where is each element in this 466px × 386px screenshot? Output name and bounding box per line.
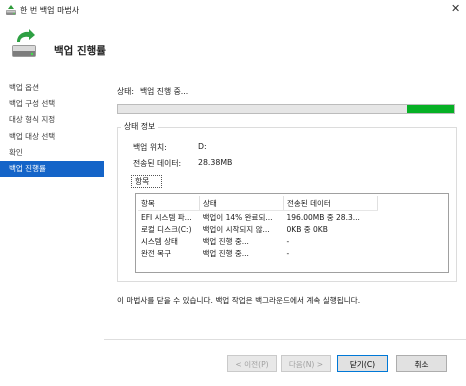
cell-item: 시스템 상태 — [141, 236, 178, 246]
table-row[interactable]: 로컬 디스크(C:) 백업이 시작되지 않... 0KB 중 0KB — [138, 223, 378, 235]
table-row[interactable]: EFI 시스템 파... 백업이 14% 완료되... 196.00MB 중 2… — [138, 211, 378, 224]
status-info-title: 상태 정보 — [121, 121, 159, 132]
sidebar-item-backup-config[interactable]: 백업 구성 선택 — [0, 96, 104, 112]
wizard-steps-sidebar: 백업 옵션 백업 구성 선택 대상 형식 지정 백업 대상 선택 확인 백업 진… — [0, 80, 104, 178]
cell-status: 백업이 14% 완료되... — [202, 212, 273, 222]
cell-transferred: 0KB 중 0KB — [286, 224, 328, 234]
previous-button[interactable]: < 이전(P) — [227, 355, 277, 372]
items-section-label: 항목 — [131, 175, 162, 188]
backup-location-label: 백업 위치: — [133, 143, 167, 152]
sidebar-item-backup-options[interactable]: 백업 옵션 — [0, 80, 104, 96]
table-header-row: 항목 상태 전송된 데이터 — [138, 196, 378, 211]
status-value: 백업 진행 중... — [139, 87, 189, 96]
sidebar-item-backup-destination[interactable]: 백업 대상 선택 — [0, 129, 104, 145]
transferred-data-row: 전송된 데이터: 28.38MB — [133, 158, 232, 169]
backup-app-icon — [6, 5, 16, 15]
page-title: 백업 진행률 — [54, 45, 106, 57]
transferred-data-label: 전송된 데이터: — [133, 159, 182, 168]
sidebar-item-confirm[interactable]: 확인 — [0, 145, 104, 161]
column-header-transferred[interactable]: 전송된 데이터 — [283, 196, 378, 211]
cell-transferred: 196.00MB 중 28.3... — [286, 212, 360, 222]
status-line: 상태: 백업 진행 중... — [117, 86, 194, 97]
close-window-icon[interactable]: ✕ — [451, 3, 461, 15]
cell-status: 백업 진행 중... — [202, 236, 249, 246]
backup-progress-bar — [117, 104, 455, 114]
progress-fill — [406, 105, 454, 113]
window-title: 한 번 백업 마법사 — [20, 6, 80, 15]
backup-location-row: 백업 위치: D: — [133, 142, 207, 153]
title-bar: 한 번 백업 마법사 ✕ — [0, 0, 466, 20]
sidebar-item-destination-type[interactable]: 대상 형식 지정 — [0, 112, 104, 128]
column-header-item[interactable]: 항목 — [138, 196, 200, 211]
table-row[interactable]: 시스템 상태 백업 진행 중... - — [138, 235, 378, 247]
status-label: 상태: — [117, 87, 134, 96]
cell-item: 로컬 디스크(C:) — [141, 224, 192, 234]
footer-divider — [104, 339, 466, 340]
close-button[interactable]: 닫기(C) — [337, 355, 388, 372]
backup-items-list[interactable]: 항목 상태 전송된 데이터 EFI 시스템 파... 백업이 14% 완료되..… — [135, 193, 449, 273]
table-row[interactable]: 완전 복구 백업 진행 중... - — [138, 247, 378, 259]
sidebar-item-backup-progress[interactable]: 백업 진행률 — [0, 160, 104, 178]
cell-status: 백업 진행 중... — [202, 248, 249, 258]
background-note: 이 마법사를 닫을 수 있습니다. 백업 작업은 백그라운드에서 계속 실행됩니… — [117, 296, 361, 305]
column-header-status[interactable]: 상태 — [199, 196, 284, 211]
cell-status: 백업이 시작되지 않... — [202, 224, 270, 234]
cancel-button[interactable]: 취소 — [396, 355, 447, 372]
cell-transferred: - — [286, 236, 290, 246]
cell-item: 완전 복구 — [141, 248, 171, 258]
backup-drive-icon — [12, 29, 36, 57]
transferred-data-value: 28.38MB — [198, 158, 233, 167]
cell-item: EFI 시스템 파... — [141, 212, 192, 222]
cell-transferred: - — [286, 248, 290, 258]
backup-items-table: 항목 상태 전송된 데이터 EFI 시스템 파... 백업이 14% 완료되..… — [138, 196, 378, 259]
backup-location-value: D: — [198, 142, 207, 151]
next-button[interactable]: 다음(N) > — [281, 355, 331, 372]
